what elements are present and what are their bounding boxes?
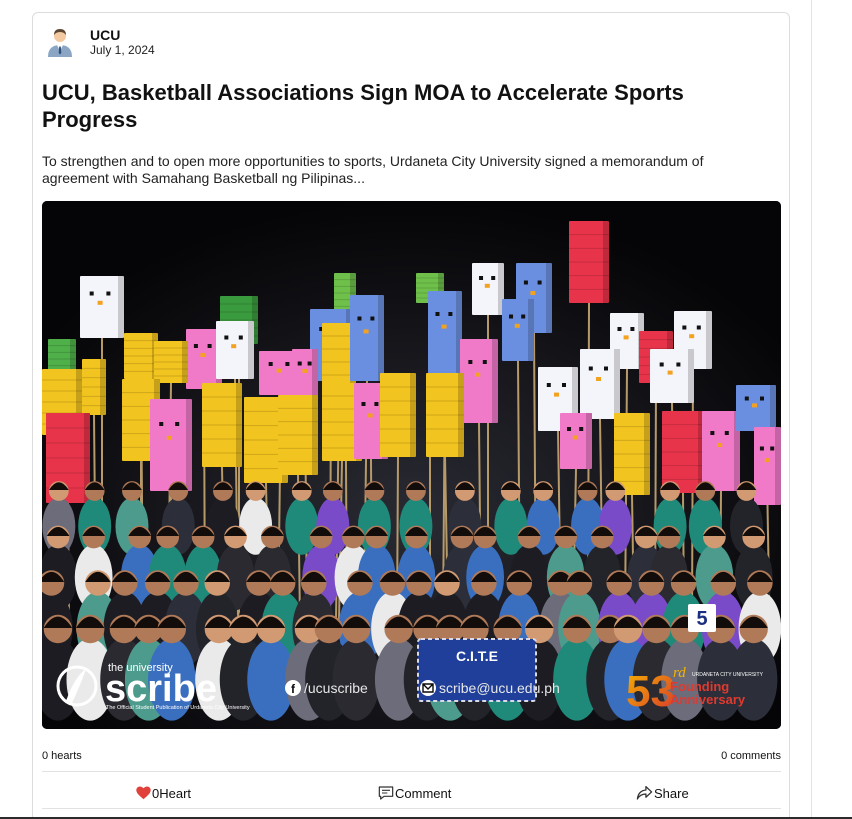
heart-icon [136,786,151,800]
heart-button[interactable]: 0Heart [136,778,191,808]
post-stats: 0 hearts 0 comments [42,750,781,764]
watermark-brand: scribe [105,668,217,710]
comments-count[interactable]: 0 comments [721,750,781,762]
comment-icon [378,786,394,800]
post-card: UCU July 1, 2024 UCU, Basketball Associa… [32,12,790,819]
email-address: scribe@ucu.edu.ph [439,680,560,696]
anniversary-number: 53 [626,667,675,716]
facebook-handle: /ucuscribe [304,680,368,696]
anniversary-line2: Anniversary [670,692,746,707]
comment-label: Comment [395,785,452,801]
scroll-divider [811,0,812,819]
share-button[interactable]: Share [636,778,689,808]
action-bar: 0Heart Comment Share [42,778,781,808]
placard-number: 5 [696,608,707,630]
share-icon [636,785,653,800]
page: UCU July 1, 2024 UCU, Basketball Associa… [0,0,852,819]
comment-button[interactable]: Comment [378,778,451,808]
heart-label: 0Heart [152,785,192,801]
hearts-count[interactable]: 0 hearts [42,750,82,762]
divider [42,808,781,809]
post-photo[interactable]: C.I.T.E 5 the university scribe The Offi… [42,201,781,729]
facebook-icon: f [285,680,301,696]
post-excerpt: To strengthen and to open more opportuni… [42,153,704,186]
post-date: July 1, 2024 [90,43,155,57]
email-icon [420,680,436,696]
post-author[interactable]: UCU July 1, 2024 [45,25,155,59]
divider [42,771,781,772]
share-label: Share [654,785,689,801]
post-title[interactable]: UCU, Basketball Associations Sign MOA to… [42,79,762,133]
photo-artwork: C.I.T.E 5 the university scribe The Offi… [42,201,781,729]
user-avatar-icon [48,29,72,57]
author-name[interactable]: UCU [90,27,155,43]
anniversary-uni: URDANETA CITY UNIVERSITY [692,672,764,678]
watermark-tagline: The Official Student Publication of Urda… [106,705,250,711]
banner-text: C.I.T.E [456,648,498,664]
